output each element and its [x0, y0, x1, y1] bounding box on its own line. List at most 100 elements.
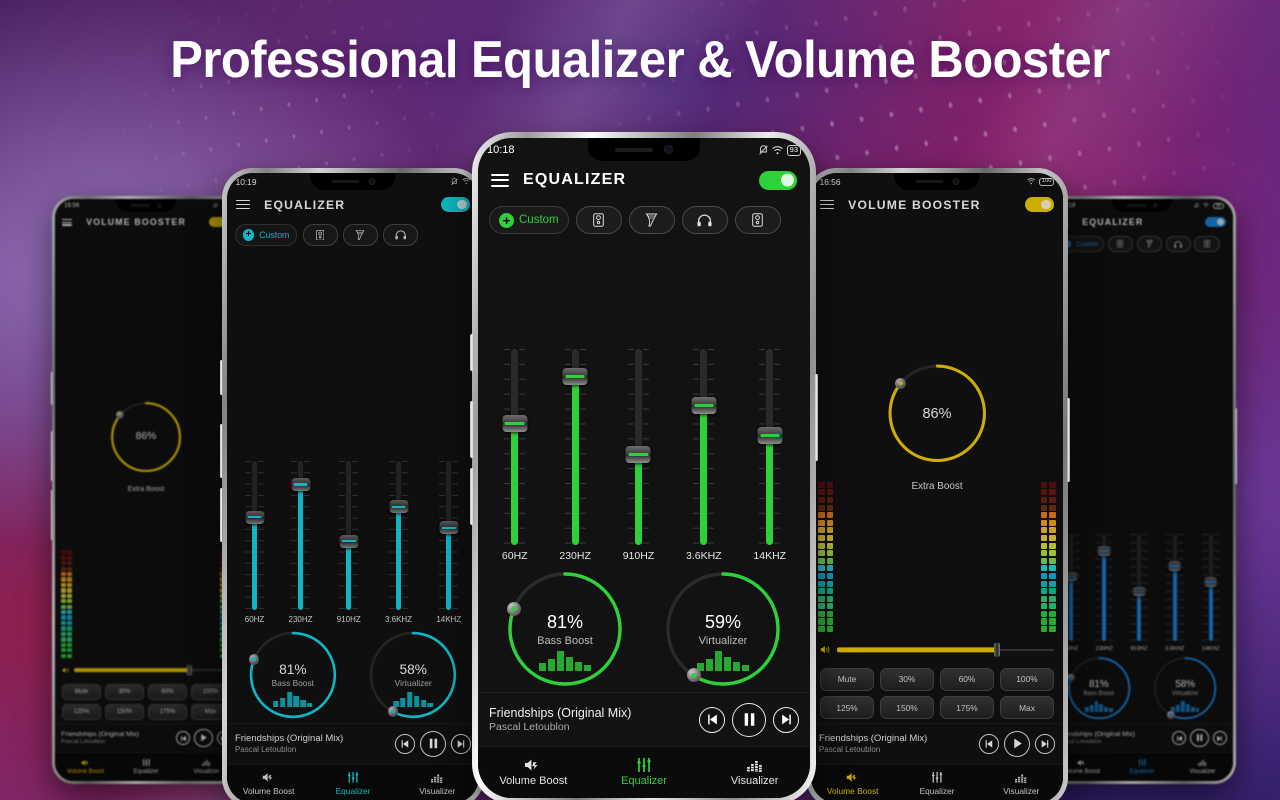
eq-slider-track[interactable]	[1165, 533, 1184, 641]
tab-equalizer[interactable]: Equalizer	[311, 765, 395, 800]
player-next-button[interactable]	[1212, 730, 1227, 746]
eq-slider-track[interactable]	[757, 349, 783, 545]
eq-slider-track[interactable]	[625, 349, 651, 545]
eq-slider-track[interactable]	[691, 349, 717, 545]
dial-knob[interactable]	[387, 706, 399, 717]
eq-slider-knob[interactable]	[562, 367, 588, 385]
eq-slider-track[interactable]	[1130, 533, 1148, 641]
preset-chip-custom[interactable]: + Custom	[234, 224, 298, 246]
player-next-button[interactable]	[773, 706, 799, 733]
tab-equalizer[interactable]: Equalizer	[116, 753, 176, 780]
tab-equalizer[interactable]: Equalizer	[895, 765, 979, 800]
menu-icon[interactable]	[236, 199, 251, 210]
tab-visualizer[interactable]: Visualizer	[699, 747, 810, 798]
tab-volume-boost[interactable]: Volume Boost	[478, 747, 589, 798]
phone-power-button[interactable]	[1066, 398, 1070, 482]
dial-virtualizer[interactable]: 58% Virtualizer	[368, 630, 458, 720]
phone-side-button[interactable]	[470, 333, 474, 371]
eq-slider-knob[interactable]	[1203, 577, 1218, 587]
player-pause-button[interactable]	[420, 730, 446, 757]
tab-volume-boost[interactable]: Volume Boost	[227, 765, 311, 800]
dial-knob[interactable]	[506, 601, 521, 616]
master-volume-slider[interactable]	[74, 665, 230, 676]
eq-slider-knob[interactable]	[502, 414, 528, 432]
preset-chip-custom[interactable]: + Custom	[489, 206, 569, 234]
eq-slider-track[interactable]	[502, 349, 528, 545]
player-play-button[interactable]	[1004, 730, 1030, 757]
player-play-button[interactable]	[194, 728, 213, 748]
volume-knob[interactable]	[187, 665, 192, 676]
master-volume-slider[interactable]	[837, 642, 1054, 657]
volume-preset-100pct[interactable]: 100%	[999, 667, 1055, 691]
phone-side-button[interactable]	[220, 488, 224, 543]
dial-bass-boost[interactable]: 81% Bass Boost	[1067, 656, 1131, 720]
power-toggle[interactable]	[440, 197, 470, 212]
volume-preset-30pct[interactable]: 30%	[104, 683, 145, 700]
volume-preset-125pct[interactable]: 125%	[61, 703, 102, 721]
phone-side-button[interactable]	[50, 372, 53, 405]
dial-knob[interactable]	[248, 654, 260, 665]
phone-side-button[interactable]	[220, 360, 224, 396]
eq-slider-track[interactable]	[1062, 533, 1081, 641]
phone-power-button[interactable]	[814, 373, 818, 462]
eq-slider-knob[interactable]	[245, 510, 265, 524]
eq-slider-knob[interactable]	[291, 477, 311, 491]
dial-virtualizer[interactable]: 58% Virtualizer	[1153, 656, 1217, 720]
power-toggle[interactable]	[1024, 197, 1054, 212]
tab-volume-boost[interactable]: Volume Boost	[811, 765, 895, 800]
phone-side-button[interactable]	[470, 468, 474, 526]
menu-icon[interactable]	[62, 218, 73, 226]
eq-slider-knob[interactable]	[625, 446, 651, 464]
phone-side-button[interactable]	[50, 490, 53, 540]
eq-slider-track[interactable]	[1095, 533, 1114, 641]
extra-boost-knob[interactable]	[115, 410, 124, 420]
volume-preset-mute[interactable]: Mute	[819, 667, 875, 691]
player-prev-button[interactable]	[1172, 730, 1187, 746]
phone-side-button[interactable]	[470, 400, 474, 458]
dial-bass-boost[interactable]: 81% Bass Boost	[506, 570, 624, 688]
volume-preset-175pct[interactable]: 175%	[939, 696, 995, 719]
power-toggle[interactable]	[759, 170, 797, 190]
menu-icon[interactable]	[491, 173, 509, 187]
eq-slider-knob[interactable]	[691, 397, 717, 415]
eq-slider-knob[interactable]	[389, 500, 409, 514]
preset-chip-more-icon[interactable]	[734, 206, 781, 234]
player-prev-button[interactable]	[978, 733, 999, 754]
preset-chip-headphone-icon[interactable]	[383, 224, 419, 246]
eq-slider-track[interactable]	[439, 460, 459, 610]
eq-slider-track[interactable]	[562, 349, 588, 545]
eq-slider-track[interactable]	[1201, 533, 1220, 641]
dial-knob[interactable]	[1166, 710, 1175, 719]
menu-icon[interactable]	[820, 199, 835, 210]
player-next-button[interactable]	[451, 733, 472, 754]
volume-preset-60pct[interactable]: 60%	[147, 683, 188, 700]
eq-slider-knob[interactable]	[339, 534, 359, 548]
eq-slider-track[interactable]	[244, 460, 265, 610]
preset-chip-headphone-icon[interactable]	[681, 206, 728, 234]
volume-preset-150pct[interactable]: 150%	[879, 696, 935, 719]
extra-boost-dial[interactable]: 86%	[110, 401, 182, 473]
eq-slider-track[interactable]	[290, 460, 311, 610]
volume-preset-mute[interactable]: Mute	[61, 683, 102, 700]
tab-visualizer[interactable]: Visualizer	[979, 765, 1063, 800]
tab-volume-boost[interactable]: Volume Boost	[55, 753, 115, 780]
volume-preset-max[interactable]: Max	[999, 696, 1055, 719]
player-prev-button[interactable]	[699, 706, 725, 733]
volume-knob[interactable]	[994, 642, 1001, 657]
tab-equalizer[interactable]: Equalizer	[1112, 753, 1172, 780]
extra-boost-dial[interactable]: 86%	[887, 363, 988, 464]
volume-preset-175pct[interactable]: 175%	[147, 703, 188, 721]
player-pause-button[interactable]	[732, 702, 766, 737]
phone-power-button[interactable]	[1235, 407, 1238, 485]
eq-slider-knob[interactable]	[757, 426, 783, 444]
dial-virtualizer[interactable]: 59% Virtualizer	[664, 570, 782, 688]
preset-chip-speaker-icon[interactable]	[302, 224, 338, 246]
tab-visualizer[interactable]: Visualizer	[1172, 753, 1232, 780]
eq-slider-track[interactable]	[339, 460, 359, 610]
preset-chip-speaker-icon[interactable]	[1107, 236, 1133, 252]
volume-preset-30pct[interactable]: 30%	[879, 667, 935, 691]
eq-slider-knob[interactable]	[439, 521, 459, 535]
preset-chip-more-icon[interactable]	[1194, 236, 1220, 252]
dial-knob[interactable]	[686, 668, 701, 683]
preset-chip-headphone-icon[interactable]	[1165, 236, 1191, 252]
